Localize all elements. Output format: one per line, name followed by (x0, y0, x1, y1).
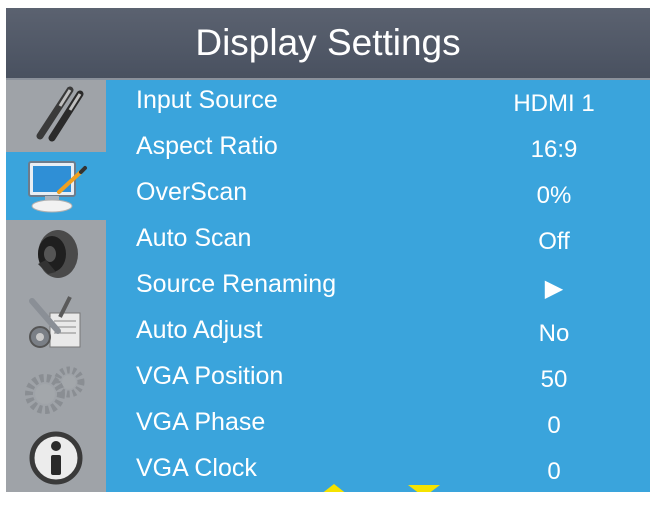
menu-item-value: 0 (547, 412, 561, 439)
menu-item-label: VGA Clock (136, 454, 257, 482)
menu-item-value: Off (538, 228, 570, 255)
menu-item-vga-phase[interactable]: VGA Phase 0 (106, 402, 650, 448)
menu-item-label: VGA Phase (136, 408, 266, 436)
sidebar-item-setup[interactable] (6, 288, 106, 356)
scroll-up-button[interactable] (316, 484, 352, 492)
menu-item-overscan[interactable]: OverScan 0% (106, 172, 650, 218)
menu-item-value: 0% (536, 182, 572, 209)
info-icon (29, 431, 83, 485)
menu-item-label: Source Renaming (136, 270, 337, 298)
menu-item-label: Input Source (136, 86, 278, 114)
brushes-icon (36, 86, 84, 142)
menu-item-value: 16:9 (530, 136, 578, 163)
scroll-down-arrow-icon (408, 485, 440, 492)
menu-item-source-renaming[interactable]: Source Renaming ▶ (106, 264, 650, 310)
monitor-icon (28, 161, 87, 213)
menu-item-auto-adjust[interactable]: Auto Adjust No (106, 310, 650, 356)
speaker-icon (38, 230, 78, 278)
osd-panel: Display Settings Input Source HDMI 1 Asp… (6, 8, 650, 492)
menu-item-value: HDMI 1 (513, 90, 595, 117)
submenu-arrow-icon: ▶ (544, 275, 564, 302)
menu-item-label: Aspect Ratio (136, 132, 278, 160)
sidebar-item-picture[interactable] (6, 80, 106, 148)
gears-icon (25, 366, 85, 414)
page-title: Display Settings (6, 8, 650, 80)
sidebar-item-advanced[interactable] (6, 356, 106, 424)
menu-item-value: 50 (540, 366, 568, 393)
menu-item-value: 0 (547, 458, 561, 485)
menu-item-aspect-ratio[interactable]: Aspect Ratio 16:9 (106, 126, 650, 172)
tools-icon (29, 296, 81, 348)
menu-item-label: Auto Scan (136, 224, 252, 252)
menu-item-input-source[interactable]: Input Source HDMI 1 (106, 80, 650, 126)
menu-item-label: Auto Adjust (136, 316, 263, 344)
sidebar-item-audio[interactable] (6, 220, 106, 288)
scroll-up-arrow-icon (323, 484, 345, 492)
sidebar-item-display[interactable] (6, 152, 106, 220)
menu-item-auto-scan[interactable]: Auto Scan Off (106, 218, 650, 264)
sidebar-item-info[interactable] (6, 424, 106, 492)
scroll-down-button[interactable] (408, 484, 440, 492)
menu-item-vga-position[interactable]: VGA Position 50 (106, 356, 650, 402)
menu-item-vga-clock[interactable]: VGA Clock 0 (106, 448, 650, 492)
menu-item-label: VGA Position (136, 362, 284, 390)
menu-item-value: No (538, 320, 570, 347)
menu-item-label: OverScan (136, 178, 248, 206)
sidebar (6, 80, 106, 492)
